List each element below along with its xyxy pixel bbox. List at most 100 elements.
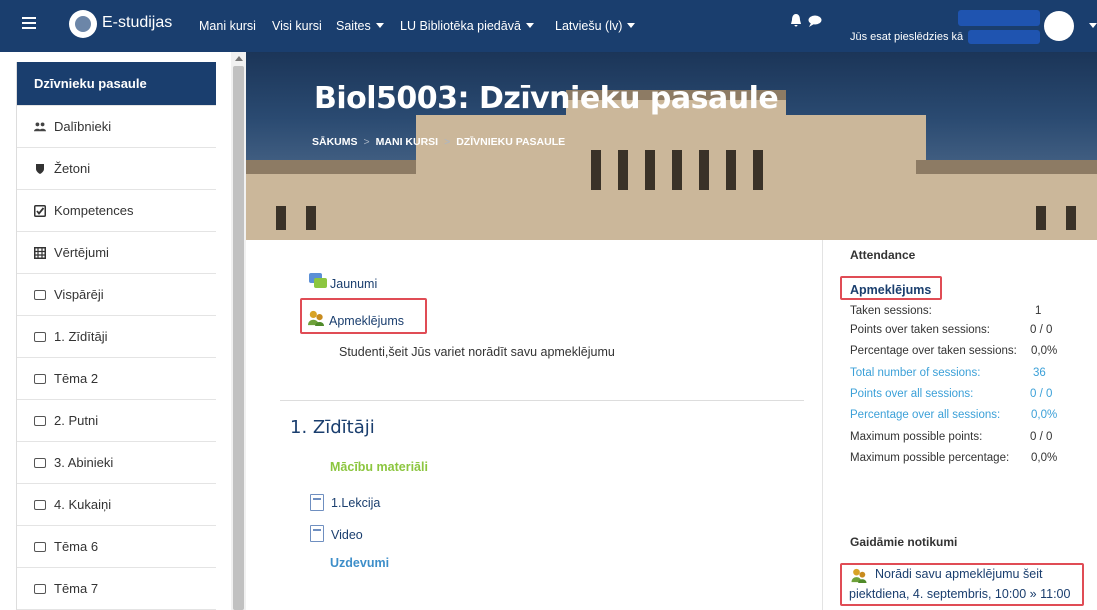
- attendance-row-value: 0 / 0: [1030, 388, 1053, 400]
- building-cornice: [246, 160, 426, 174]
- breadcrumb: SĀKUMS > MANI KURSI > DZĪVNIEKU PASAULE: [312, 136, 565, 148]
- resource-video[interactable]: Video: [331, 528, 363, 542]
- attendance-row-value: 0,0%: [1031, 409, 1058, 421]
- sidebar-item-badges[interactable]: Žetoni: [17, 148, 216, 190]
- top-navbar: E-studijas Mani kursi Visi kursi Saites …: [0, 0, 1097, 52]
- highlight-box: [300, 298, 427, 334]
- nav-all-courses[interactable]: Visi kursi: [272, 19, 322, 33]
- sidebar-item-label: Kompetences: [54, 203, 134, 218]
- section-title: 1. Zīdītāji: [290, 417, 375, 438]
- site-logo[interactable]: [69, 10, 97, 38]
- attendance-row-value: 0,0%: [1031, 452, 1058, 464]
- attendance-description: Studenti,šeit Jūs variet norādīt savu ap…: [339, 345, 615, 359]
- user-menu-chevron-icon[interactable]: [1089, 23, 1097, 28]
- file-icon: [310, 494, 324, 511]
- attendance-row: Percentage over taken sessions: 0,0%: [850, 345, 1057, 357]
- breadcrumb-course[interactable]: DZĪVNIEKU PASAULE: [456, 136, 565, 148]
- attendance-row-label: Points over taken sessions:: [850, 324, 990, 336]
- building-window: [306, 206, 316, 230]
- nav-library-dropdown[interactable]: LU Bibliotēka piedāvā: [400, 19, 534, 33]
- breadcrumb-separator: >: [363, 136, 370, 148]
- attendance-row-label: Total number of sessions:: [850, 367, 981, 379]
- chat-icon[interactable]: [808, 15, 822, 27]
- sidebar-item-topic-2[interactable]: Tēma 2: [17, 358, 216, 400]
- right-column-border: [822, 240, 823, 610]
- folder-icon: [34, 289, 46, 300]
- sidebar-item-birds[interactable]: 2. Putni: [17, 400, 216, 442]
- user-role-redacted: [968, 30, 1040, 44]
- attendance-row-value: 0 / 0: [1030, 431, 1053, 443]
- section-divider: [280, 400, 804, 401]
- sidebar-item-topic-7[interactable]: Tēma 7: [17, 568, 216, 610]
- sidebar-item-label: Tēma 2: [54, 371, 99, 386]
- attendance-row-value: 36: [1033, 367, 1046, 379]
- breadcrumb-my-courses[interactable]: MANI KURSI: [376, 136, 438, 148]
- scroll-up-arrow-icon[interactable]: [235, 56, 243, 61]
- activity-news-forum[interactable]: Jaunumi: [330, 277, 377, 291]
- upcoming-events-title: Gaidāmie notikumi: [850, 535, 958, 549]
- sidebar-item-participants[interactable]: Dalībnieki: [17, 106, 216, 148]
- attendance-row-value: 0 / 0: [1030, 324, 1053, 336]
- folder-icon: [34, 373, 46, 384]
- nav-library-label: LU Bibliotēka piedāvā: [400, 19, 521, 33]
- attendance-row: Points over all sessions: 0 / 0: [850, 388, 1052, 400]
- sidebar-item-topic-6[interactable]: Tēma 6: [17, 526, 216, 568]
- sidebar-item-label: Dzīvnieku pasaule: [34, 76, 147, 91]
- building-window: [591, 150, 601, 190]
- user-avatar[interactable]: [1044, 11, 1074, 41]
- checkbox-icon: [34, 204, 46, 217]
- building-window: [753, 150, 763, 190]
- highlight-box: [840, 276, 942, 300]
- attendance-block-title: Attendance: [850, 248, 916, 262]
- shield-icon: [36, 163, 44, 174]
- menu-toggle-icon[interactable]: [22, 17, 36, 29]
- course-sidebar: Dzīvnieku pasaule Dalībnieki Žetoni Komp…: [16, 62, 216, 610]
- attendance-row-label: Points over all sessions:: [850, 388, 974, 400]
- sidebar-item-mammals[interactable]: 1. Zīdītāji: [17, 316, 216, 358]
- nav-language-dropdown[interactable]: Latviešu (lv): [555, 19, 636, 33]
- folder-icon: [34, 415, 46, 426]
- bell-icon[interactable]: [790, 14, 802, 28]
- building-window: [699, 150, 709, 190]
- site-name[interactable]: E-studijas: [102, 14, 172, 32]
- chevron-down-icon: [525, 23, 534, 28]
- nav-language-label: Latviešu (lv): [555, 19, 623, 33]
- folder-icon: [34, 331, 46, 342]
- folder-icon: [34, 583, 46, 594]
- attendance-row: Percentage over all sessions: 0,0%: [850, 409, 1057, 421]
- sidebar-item-label: Žetoni: [54, 161, 91, 176]
- chevron-down-icon: [375, 23, 384, 28]
- sidebar-scroll-thumb[interactable]: [233, 66, 244, 610]
- sidebar-item-label: 2. Putni: [54, 413, 99, 428]
- building-window: [618, 150, 628, 190]
- sidebar-item-label: 3. Abinieki: [54, 455, 114, 470]
- sidebar-item-insects[interactable]: 4. Kukaiņi: [17, 484, 216, 526]
- sidebar-item-competencies[interactable]: Kompetences: [17, 190, 216, 232]
- nav-my-courses[interactable]: Mani kursi: [199, 19, 256, 33]
- attendance-row-label: Taken sessions:: [850, 305, 932, 317]
- file-icon: [310, 525, 324, 542]
- nav-links-label: Saites: [336, 19, 371, 33]
- building-window: [726, 150, 736, 190]
- logged-in-text: Jūs esat pieslēdzies kā: [850, 31, 964, 43]
- building-tower-left: [416, 115, 576, 240]
- sidebar-item-course-home[interactable]: Dzīvnieku pasaule: [17, 62, 216, 106]
- building-window: [1036, 206, 1046, 230]
- nav-links-dropdown[interactable]: Saites: [336, 19, 384, 33]
- building-window: [645, 150, 655, 190]
- course-title: Biol5003: Dzīvnieku pasaule: [314, 81, 779, 116]
- sidebar-item-label: Tēma 6: [54, 539, 99, 554]
- user-name-redacted: [958, 10, 1040, 26]
- sidebar-item-grades[interactable]: Vērtējumi: [17, 232, 216, 274]
- breadcrumb-home[interactable]: SĀKUMS: [312, 136, 358, 148]
- chevron-down-icon: [627, 23, 636, 28]
- sidebar-item-amphibians[interactable]: 3. Abinieki: [17, 442, 216, 484]
- sidebar-item-general[interactable]: Vispārēji: [17, 274, 216, 316]
- resource-lecture-1[interactable]: 1.Lekcija: [331, 496, 380, 510]
- highlight-box: [840, 563, 1084, 606]
- sidebar-item-label: Vispārēji: [54, 287, 104, 302]
- sidebar-item-label: Dalībnieki: [54, 119, 112, 134]
- building-window: [672, 150, 682, 190]
- users-icon: [34, 122, 46, 131]
- attendance-row-label: Maximum possible percentage:: [850, 452, 1010, 464]
